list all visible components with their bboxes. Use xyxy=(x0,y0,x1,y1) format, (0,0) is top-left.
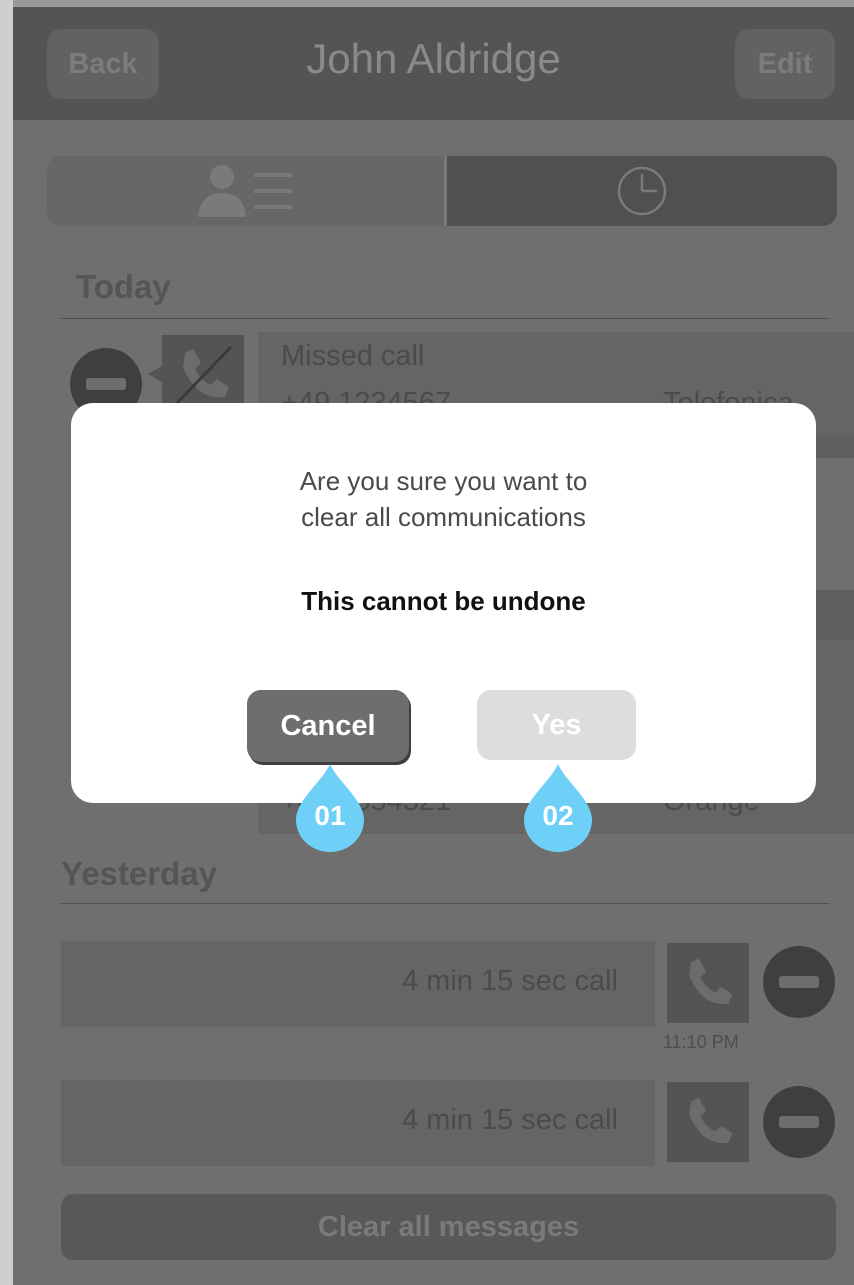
phone-icon xyxy=(667,1082,749,1162)
clear-all-button[interactable]: Clear all messages xyxy=(61,1194,836,1260)
tab-history[interactable] xyxy=(447,156,837,226)
dialog-question-line: Are you sure you want to xyxy=(299,466,588,496)
confirm-dialog: Are you sure you want to clear all commu… xyxy=(71,403,816,803)
delete-minus-icon[interactable] xyxy=(763,1086,835,1158)
back-button[interactable]: Back xyxy=(47,29,159,99)
yes-button[interactable]: Yes xyxy=(477,690,636,760)
divider xyxy=(61,318,829,319)
call-type-label: Missed call xyxy=(281,340,425,372)
cancel-button[interactable]: Cancel xyxy=(247,690,409,762)
dialog-question-line: clear all communications xyxy=(301,502,586,532)
page-title: John Aldridge xyxy=(306,35,561,82)
annotation-marker-02: 02 xyxy=(522,762,594,852)
phone-icon xyxy=(667,943,749,1023)
view-switcher xyxy=(47,156,837,226)
edit-button[interactable]: Edit xyxy=(735,29,835,99)
call-duration: 4 min 15 sec call xyxy=(402,965,618,997)
clock-icon xyxy=(617,166,667,216)
delete-minus-icon[interactable] xyxy=(763,946,835,1018)
pointer-arrow xyxy=(148,366,162,382)
dialog-question: Are you sure you want to clear all commu… xyxy=(71,463,816,535)
marker-label: 01 xyxy=(314,800,346,831)
tab-contact-details[interactable] xyxy=(47,156,447,226)
call-duration: 4 min 15 sec call xyxy=(402,1104,618,1136)
contact-details-icon xyxy=(197,165,292,217)
status-strip xyxy=(13,0,854,7)
dialog-warning: This cannot be undone xyxy=(301,586,586,616)
call-time: 11:10 PM xyxy=(663,1032,739,1052)
nav-bar: Back John Aldridge Edit xyxy=(13,7,854,120)
section-yesterday: Yesterday xyxy=(61,855,217,892)
section-today: Today xyxy=(76,268,171,305)
divider xyxy=(61,903,829,904)
marker-label: 02 xyxy=(542,800,574,831)
annotation-marker-01: 01 xyxy=(294,762,366,852)
